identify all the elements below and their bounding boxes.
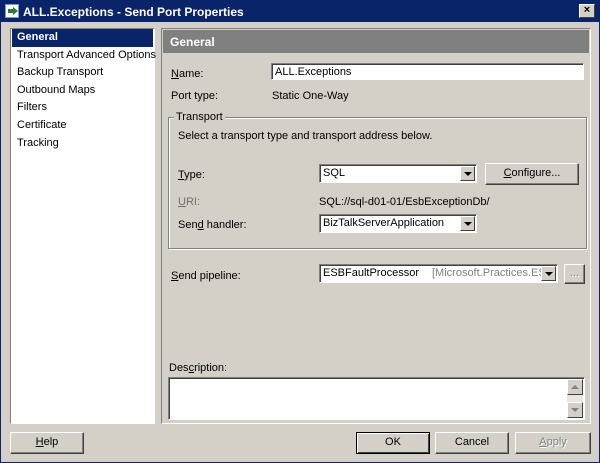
general-panel: General Name: ALL.Exceptions Port type: … xyxy=(161,28,591,424)
send-pipeline-assembly: [Microsoft.Practices.ESB xyxy=(432,267,554,279)
close-button[interactable]: × xyxy=(579,4,595,18)
transport-instructions: Select a transport type and transport ad… xyxy=(178,130,433,142)
uri-value: SQL://sql-d01-01/EsbExceptionDb/ xyxy=(319,196,490,208)
transport-type-select[interactable]: SQL xyxy=(319,164,477,183)
panel-title: General xyxy=(163,30,589,53)
ok-button[interactable]: OK xyxy=(356,432,430,454)
uri-label: URI: xyxy=(178,196,201,208)
nav-item-certificate[interactable]: Certificate xyxy=(12,117,153,135)
configure-button[interactable]: Configure... xyxy=(485,163,579,185)
nav-item-filters[interactable]: Filters xyxy=(12,99,153,117)
chevron-down-icon[interactable] xyxy=(460,166,475,181)
apply-button[interactable]: Apply xyxy=(515,432,591,454)
nav-item-transport-advanced-options[interactable]: Transport Advanced Options xyxy=(12,47,156,65)
send-handler-select[interactable]: BizTalkServerApplication xyxy=(319,214,477,233)
send-port-properties-dialog: ALL.Exceptions - Send Port Properties × … xyxy=(0,0,600,463)
send-pipeline-label: Send pipeline: xyxy=(171,270,241,282)
name-input[interactable]: ALL.Exceptions xyxy=(271,63,584,80)
nav-item-outbound-maps[interactable]: Outbound Maps xyxy=(12,82,153,100)
properties-nav: General Transport Advanced Options Backu… xyxy=(10,28,156,424)
description-textarea[interactable] xyxy=(168,377,585,420)
port-type-value: Static One-Way xyxy=(272,90,349,102)
help-button[interactable]: Help xyxy=(10,432,84,454)
scroll-down-icon[interactable] xyxy=(567,402,583,418)
description-label: Description: xyxy=(169,362,228,374)
description-scrollbar[interactable] xyxy=(567,379,583,418)
browse-pipeline-button[interactable]: ... xyxy=(564,264,585,284)
scroll-up-icon[interactable] xyxy=(567,379,583,395)
name-label: Name: xyxy=(171,68,204,80)
cancel-button[interactable]: Cancel xyxy=(435,432,509,454)
send-pipeline-select[interactable]: ESBFaultProcessor [Microsoft.Practices.E… xyxy=(319,264,558,283)
port-type-label: Port type: xyxy=(171,90,219,102)
type-label: Type: xyxy=(178,169,205,181)
title-bar[interactable]: ALL.Exceptions - Send Port Properties × xyxy=(1,1,599,22)
chevron-down-icon[interactable] xyxy=(541,266,556,281)
send-handler-label: Send handler: xyxy=(178,219,247,231)
transport-type-value: SQL xyxy=(323,167,346,179)
send-port-icon xyxy=(5,4,19,18)
nav-item-general[interactable]: General xyxy=(12,29,153,47)
window-title: ALL.Exceptions - Send Port Properties xyxy=(23,5,244,19)
send-handler-value: BizTalkServerApplication xyxy=(323,217,445,229)
nav-item-backup-transport[interactable]: Backup Transport xyxy=(12,64,153,82)
nav-item-tracking[interactable]: Tracking xyxy=(12,135,153,153)
transport-group-title: Transport xyxy=(174,111,225,123)
send-pipeline-value: ESBFaultProcessor xyxy=(323,267,419,279)
chevron-down-icon[interactable] xyxy=(460,216,475,231)
